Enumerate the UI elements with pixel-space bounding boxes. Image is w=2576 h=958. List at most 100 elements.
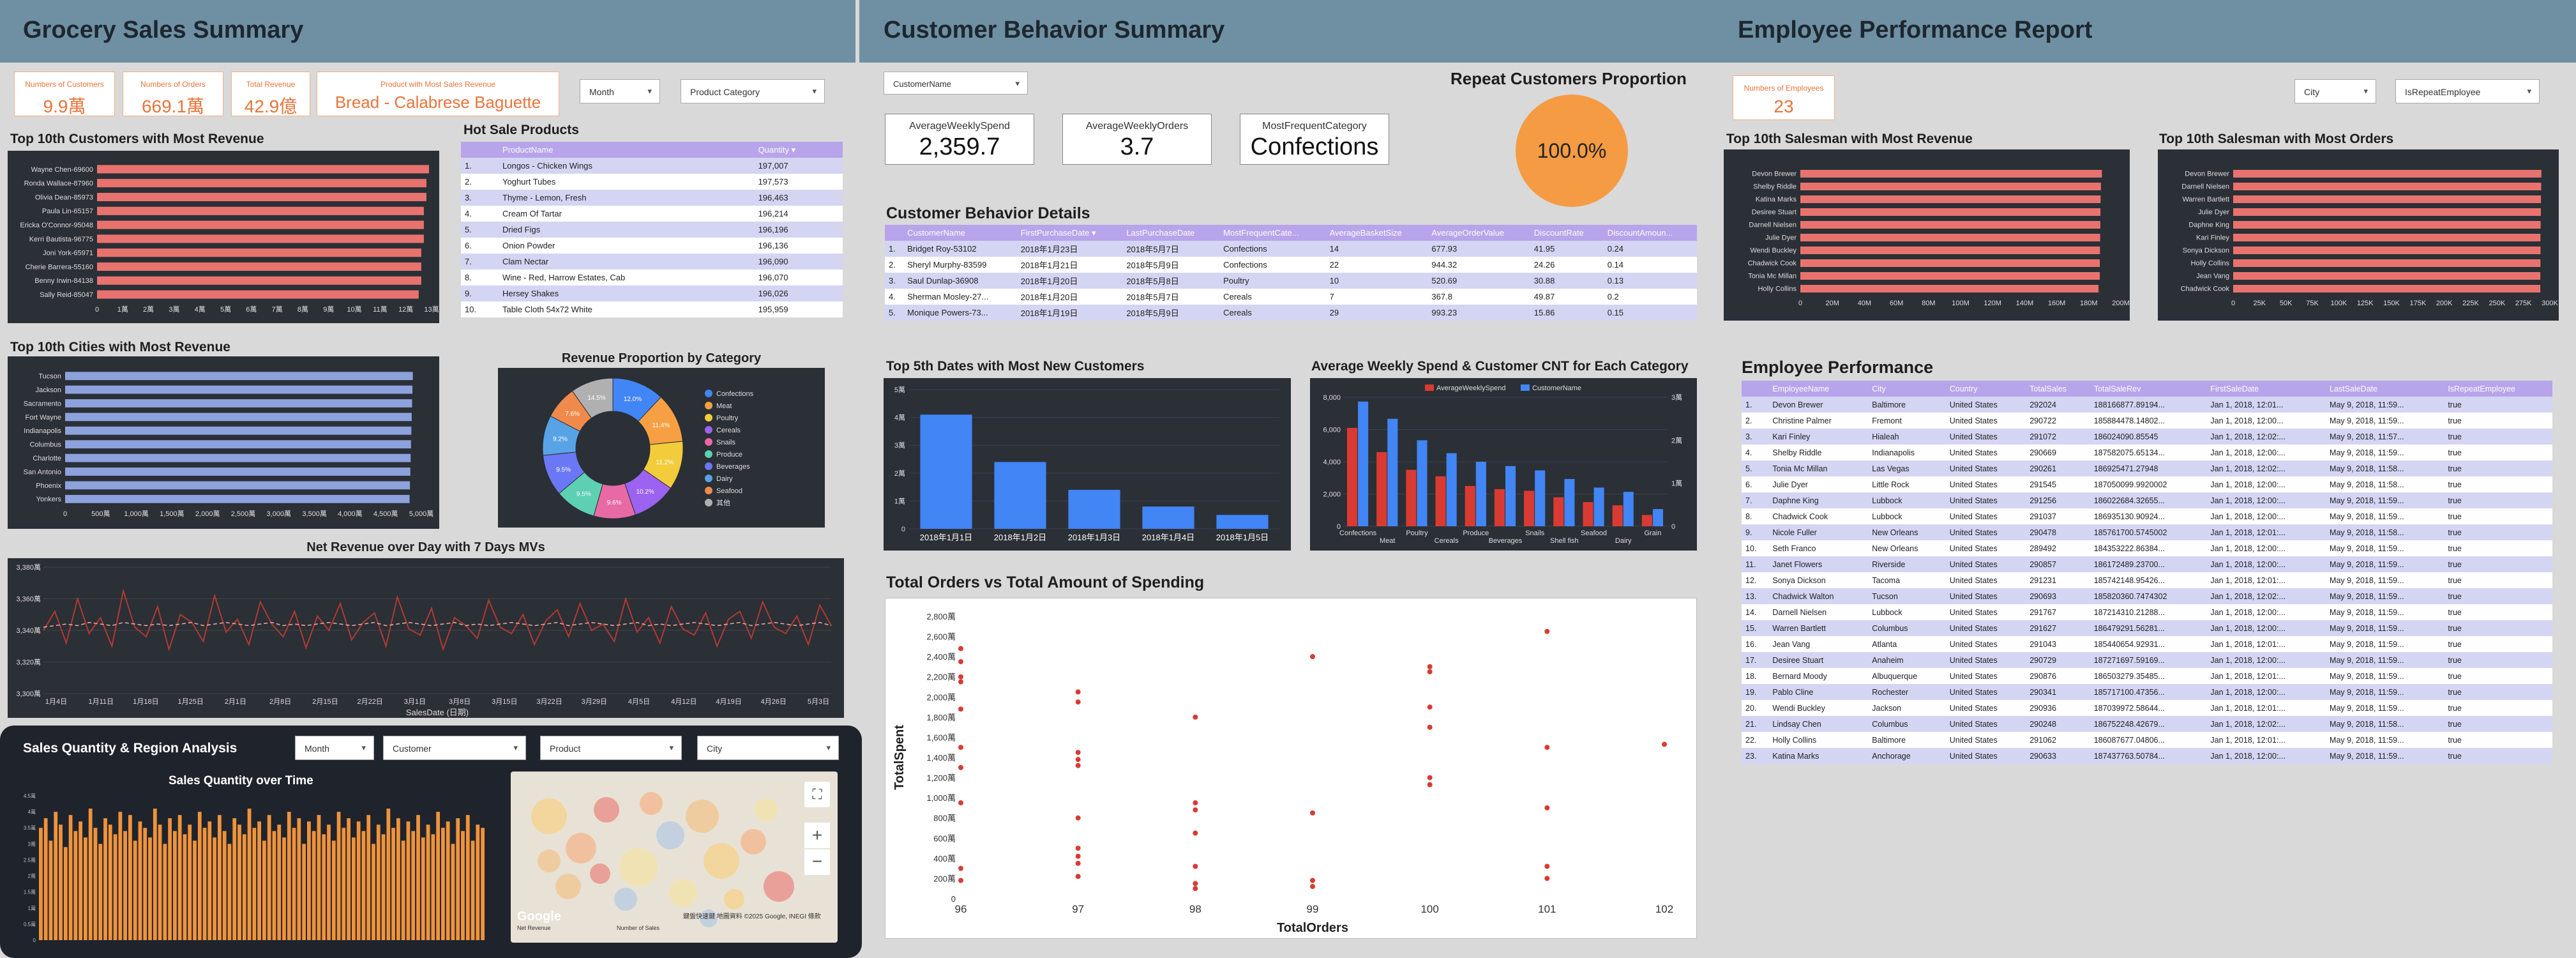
- table-row[interactable]: 3. Saul Dunlap-36908 2018年1月20日 2018年5月8日 Po…: [885, 273, 1697, 289]
- table-row[interactable]: 4. Shelby Riddle Indianapolis United States…: [1742, 445, 2552, 460]
- bar: [1475, 462, 1486, 526]
- table-row[interactable]: 22. Holly Collins Baltimore United States 29…: [1742, 732, 2552, 748]
- table-row[interactable]: 10. Seth Franco New Orleans United States 28…: [1742, 540, 2552, 556]
- table-row[interactable]: 23. Katina Marks Anchorage United States 290…: [1742, 748, 2552, 764]
- table-row[interactable]: 1. Bridget Roy-53102 2018年1月23日 2018年5月7日 Co…: [885, 241, 1697, 257]
- table-cell: Sherman Mosley-27...: [903, 289, 1017, 305]
- salesman-revenue-title: Top 10th Salesman with Most Revenue: [1726, 132, 1973, 146]
- column-header[interactable]: [885, 225, 904, 241]
- bar: [168, 818, 172, 940]
- table-cell: 0.15: [1603, 305, 1697, 321]
- column-header[interactable]: City: [1868, 381, 1946, 397]
- column-header[interactable]: TotalSaleRev: [2090, 381, 2207, 397]
- sales-customer-filter[interactable]: Customer: [383, 736, 526, 760]
- table-row[interactable]: 14. Darnell Nielsen Lubbock United States 29…: [1742, 604, 2552, 620]
- x-tick-label: Seafood: [1581, 529, 1607, 537]
- table-row[interactable]: 3. Kari Finley Hialeah United States 291072 1…: [1742, 429, 2552, 445]
- table-cell: 8.: [461, 270, 499, 285]
- table-row[interactable]: 6. Julie Dyer Little Rock United States 2915…: [1742, 476, 2552, 492]
- table-row[interactable]: 5. Dried Figs 196,196: [461, 222, 843, 238]
- column-header[interactable]: IsRepeatEmployee: [2444, 381, 2552, 397]
- column-header[interactable]: ProductName: [499, 142, 755, 158]
- column-header[interactable]: LastPurchaseDate: [1122, 225, 1220, 241]
- month-filter[interactable]: Month: [580, 79, 660, 103]
- table-row[interactable]: 10. Table Cloth 54x72 White 195,959: [461, 301, 843, 317]
- table-row[interactable]: 8. Wine - Red, Harrow Estates, Cab 196,070: [461, 270, 843, 285]
- table-row[interactable]: 3. Thyme - Lemon, Fresh 196,463: [461, 190, 843, 206]
- table-row[interactable]: 9. Hersey Shakes 196,026: [461, 285, 843, 301]
- column-header[interactable]: CustomerName: [903, 225, 1017, 241]
- product-category-filter[interactable]: Product Category: [681, 79, 825, 103]
- table-row[interactable]: 1. Devon Brewer Baltimore United States 2920…: [1742, 397, 2552, 413]
- is-repeat-employee-filter[interactable]: IsRepeatEmployee: [2395, 79, 2540, 103]
- table-row[interactable]: 13. Chadwick Walton Tucson United States 290…: [1742, 588, 2552, 604]
- map-fullscreen-button[interactable]: ⛶: [804, 782, 830, 807]
- table-row[interactable]: 2. Yoghurt Tubes 197,573: [461, 174, 843, 190]
- sales-city-filter[interactable]: City: [697, 736, 839, 760]
- x-tick-label: 3,500萬: [302, 510, 327, 518]
- table-cell: 9.: [461, 285, 499, 301]
- column-header[interactable]: MostFrequentCate...: [1219, 225, 1326, 241]
- column-header[interactable]: Quantity ▾: [754, 142, 843, 158]
- table-row[interactable]: 4. Cream Of Tartar 196,214: [461, 206, 843, 222]
- map-bubble: [640, 792, 663, 815]
- table-row[interactable]: 2. Sheryl Murphy-83599 2018年1月21日 2018年5月9日…: [885, 257, 1697, 273]
- column-header[interactable]: Country: [1945, 381, 2026, 397]
- table-cell: United States: [1945, 508, 2026, 524]
- bar: [97, 248, 421, 257]
- table-row[interactable]: 20. Wendi Buckley Jackson United States 2909…: [1742, 700, 2552, 716]
- table-row[interactable]: 17. Desiree Stuart Anaheim United States 290…: [1742, 652, 2552, 668]
- column-header[interactable]: FirstSaleDate: [2206, 381, 2326, 397]
- column-header[interactable]: EmployeeName: [1768, 381, 1869, 397]
- column-header[interactable]: AverageOrderValue: [1427, 225, 1530, 241]
- category-label: Sonya Dickson: [2183, 247, 2229, 255]
- table-row[interactable]: 18. Bernard Moody Albuquerque United States…: [1742, 668, 2552, 684]
- table-cell: Little Rock: [1868, 476, 1946, 492]
- region-map[interactable]: ⛶ + − Google 鍵盤快速鍵 地圖資料 ©2025 Google, IN…: [511, 772, 838, 943]
- table-row[interactable]: 5. Monique Powers-73... 2018年1月19日 2018年5月9…: [885, 305, 1697, 321]
- bar: [227, 844, 232, 940]
- table-row[interactable]: 15. Warren Bartlett Columbus United States 2…: [1742, 620, 2552, 636]
- city-filter[interactable]: City: [2294, 79, 2376, 103]
- x-tick-label: 11萬: [373, 305, 387, 314]
- sales-month-filter[interactable]: Month: [295, 736, 374, 760]
- map-bubble: [614, 888, 637, 911]
- table-row[interactable]: 19. Pablo Cline Rochester United States 2903…: [1742, 684, 2552, 700]
- top-customers-chart: 0 1萬 2萬 3萬 4萬 5萬 6萬 7萬 8萬 9萬 10萬 11萬 12萬 13萬 Wayne Che…: [8, 151, 439, 323]
- table-row[interactable]: 5. Tonia Mc Millan Las Vegas United States 2…: [1742, 460, 2552, 476]
- table-cell: Rochester: [1868, 684, 1946, 700]
- table-row[interactable]: 7. Clam Nectar 196,090: [461, 254, 843, 270]
- table-row[interactable]: 1. Longos - Chicken Wings 197,007: [461, 158, 843, 174]
- table-row[interactable]: 7. Daphne King Lubbock United States 291256 1…: [1742, 492, 2552, 508]
- map-zoom-in-button[interactable]: +: [804, 823, 830, 848]
- table-row[interactable]: 9. Nicole Fuller New Orleans United States 2…: [1742, 524, 2552, 540]
- table-row[interactable]: 4. Sherman Mosley-27... 2018年1月20日 2018年5月7…: [885, 289, 1697, 305]
- table-row[interactable]: 2. Christine Palmer Fremont United States 29…: [1742, 413, 2552, 429]
- table-row[interactable]: 11. Janet Flowers Riverside United States 29…: [1742, 556, 2552, 572]
- column-header[interactable]: [461, 142, 499, 158]
- x-tick-label: 2月15日: [312, 698, 338, 706]
- column-header[interactable]: DiscountAmoun...: [1603, 225, 1697, 241]
- column-header[interactable]: LastSaleDate: [2326, 381, 2444, 397]
- column-header[interactable]: AverageBasketSize: [1325, 225, 1428, 241]
- legend-swatch: [705, 438, 712, 446]
- column-header[interactable]: FirstPurchaseDate ▾: [1016, 225, 1123, 241]
- table-row[interactable]: 21. Lindsay Chen Columbus United States 2902…: [1742, 716, 2552, 732]
- bar: [237, 825, 241, 940]
- table-cell: Sonya Dickson: [1768, 572, 1869, 588]
- table-row[interactable]: 8. Chadwick Cook Lubbock United States 29103…: [1742, 508, 2552, 524]
- sales-product-filter[interactable]: Product: [540, 736, 682, 760]
- column-header[interactable]: [1742, 381, 1769, 397]
- column-header[interactable]: DiscountRate: [1530, 225, 1604, 241]
- column-header[interactable]: TotalSales: [2026, 381, 2090, 397]
- map-zoom-out-button[interactable]: −: [804, 849, 830, 875]
- slice-label: 9.6%: [607, 499, 622, 506]
- legend-label: Snails: [716, 439, 735, 446]
- table-row[interactable]: 6. Onion Powder 196,136: [461, 238, 843, 254]
- table-row[interactable]: 16. Jean Vang Atlanta United States 291043 18…: [1742, 636, 2552, 652]
- top-dates-chart: 0 1萬 2萬 3萬 4萬 5萬 2018年1月1日 2018年1月2日 2018年1月3日 20…: [884, 378, 1291, 551]
- table-row[interactable]: 12. Sonya Dickson Tacoma United States 29123…: [1742, 572, 2552, 588]
- legend-swatch: [705, 426, 712, 434]
- customer-name-filter[interactable]: CustomerName: [884, 72, 1028, 95]
- x-tick-label: 2月22日: [357, 698, 382, 706]
